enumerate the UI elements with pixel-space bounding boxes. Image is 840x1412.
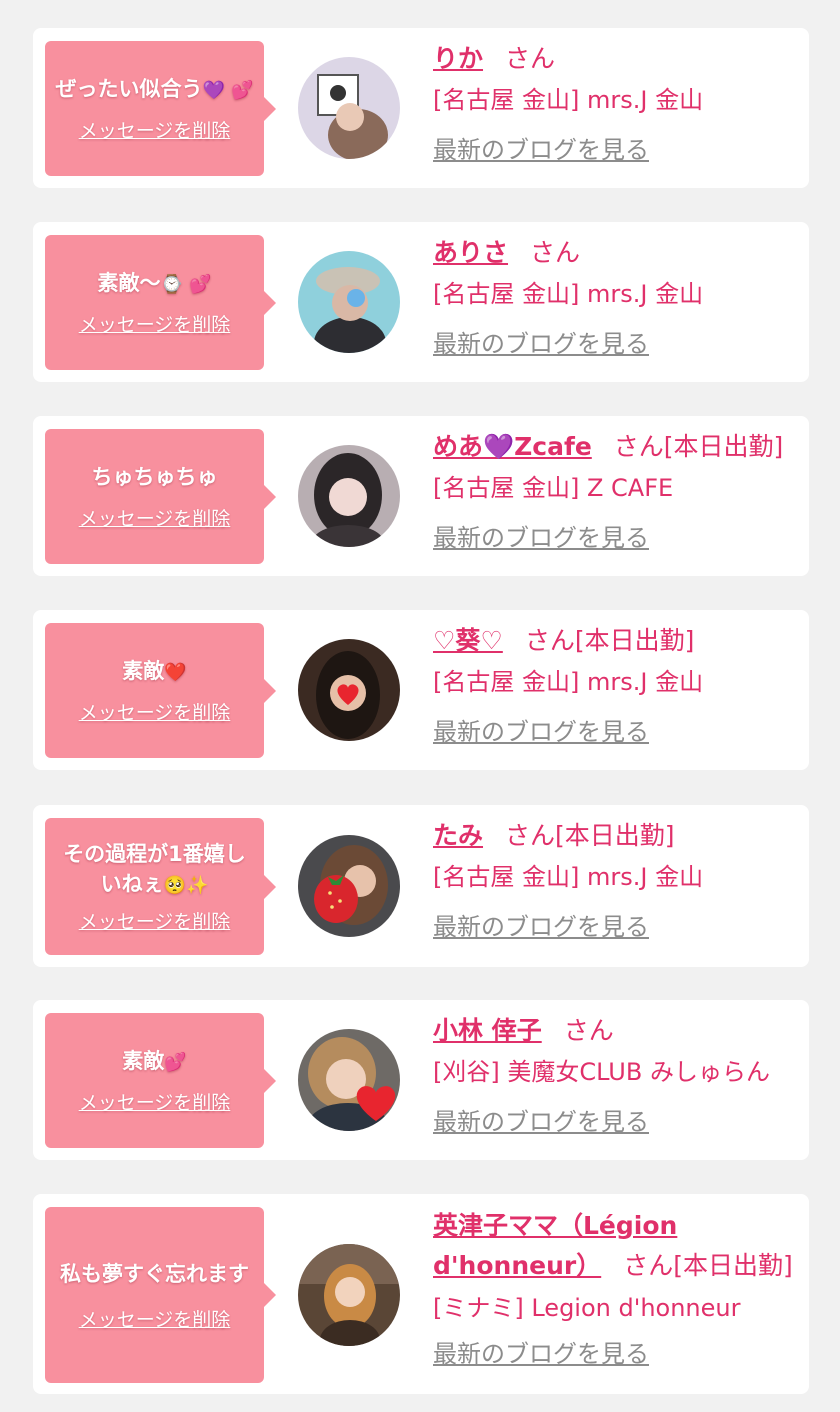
shop-name: [名古屋 金山] mrs.J 金山: [433, 863, 704, 891]
profile-info: たみ さん[本日出勤] [名古屋 金山] mrs.J 金山 最新のブログを見る: [433, 817, 797, 945]
latest-blog-link[interactable]: 最新のブログを見る: [433, 1336, 649, 1372]
emoji: ⌚ 💕: [160, 274, 212, 295]
sender-name-link[interactable]: めあ💜Zcafe: [433, 432, 592, 461]
status-badge: [本日出勤]: [673, 1251, 793, 1280]
emoji: ❤️: [164, 662, 187, 683]
status-badge: [本日出勤]: [663, 432, 784, 461]
delete-message-link[interactable]: メッセージを削除: [79, 310, 231, 337]
shop-name: [刈谷] 美魔女CLUB みしゅらん: [433, 1058, 770, 1086]
sender-name-link[interactable]: ありさ: [433, 238, 508, 267]
honorific: さん: [623, 1251, 674, 1280]
latest-blog-link[interactable]: 最新のブログを見る: [433, 1104, 649, 1140]
status-badge: [本日出勤]: [574, 626, 695, 655]
message-bubble: ぜったい似合う💜 💕 メッセージを削除: [45, 41, 276, 176]
profile-info: ♡葵♡ さん[本日出勤] [名古屋 金山] mrs.J 金山 最新のブログを見る: [433, 622, 797, 750]
shop-name: [名古屋 金山] mrs.J 金山: [433, 668, 704, 696]
sender-name-link[interactable]: ♡葵♡: [433, 626, 503, 655]
profile-info: りか さん [名古屋 金山] mrs.J 金山 最新のブログを見る: [433, 40, 797, 168]
delete-message-link[interactable]: メッセージを削除: [79, 1088, 231, 1115]
shop-name: [名古屋 金山] Z CAFE: [433, 474, 674, 502]
message-card: ちゅちゅちゅ メッセージを削除 めあ💜Zcafe さん[本日出勤] [名古屋 金山…: [33, 416, 809, 576]
message-bubble: 私も夢すぐ忘れます メッセージを削除: [45, 1207, 276, 1383]
avatar[interactable]: [298, 835, 400, 937]
avatar[interactable]: [298, 57, 400, 159]
message-text: 素敵〜⌚ 💕: [97, 271, 212, 295]
honorific: さん: [505, 821, 556, 850]
shop-name: [名古屋 金山] mrs.J 金山: [433, 280, 704, 308]
honorific: さん: [563, 1016, 614, 1045]
delete-message-link[interactable]: メッセージを削除: [79, 907, 231, 934]
message-bubble: 素敵❤️ メッセージを削除: [45, 623, 276, 758]
delete-message-link[interactable]: メッセージを削除: [79, 116, 231, 143]
shop-name: [ミナミ] Legion d'honneur: [433, 1294, 741, 1322]
honorific: さん: [613, 432, 664, 461]
message-card: 私も夢すぐ忘れます メッセージを削除 英津子ママ（Légion d'honneu…: [33, 1194, 809, 1394]
status-badge: [本日出勤]: [555, 821, 675, 850]
message-card: 素敵💕 メッセージを削除 小林 倖子 さん [刈谷] 美魔女CLUB みしゅらん …: [33, 1000, 809, 1160]
avatar[interactable]: [298, 445, 400, 547]
message-text: 私も夢すぐ忘れます: [60, 1261, 249, 1286]
message-text: ぜったい似合う💜 💕: [55, 77, 254, 101]
message-bubble: その過程が1番嬉しいねぇ🥺✨ メッセージを削除: [45, 818, 276, 955]
sender-name-link[interactable]: たみ: [433, 821, 483, 850]
message-card: 素敵〜⌚ 💕 メッセージを削除 ありさ さん [名古屋 金山] mrs.J 金山 …: [33, 222, 809, 382]
latest-blog-link[interactable]: 最新のブログを見る: [433, 132, 649, 168]
message-text: その過程が1番嬉しいねぇ🥺✨: [63, 842, 246, 896]
message-card: ぜったい似合う💜 💕 メッセージを削除 りか さん [名古屋 金山] mrs.J …: [33, 28, 809, 188]
latest-blog-link[interactable]: 最新のブログを見る: [433, 714, 649, 750]
avatar[interactable]: [298, 1029, 400, 1131]
avatar[interactable]: [298, 1244, 400, 1346]
avatar[interactable]: [298, 251, 400, 353]
sender-name-link[interactable]: りか: [433, 44, 483, 73]
profile-info: 小林 倖子 さん [刈谷] 美魔女CLUB みしゅらん 最新のブログを見る: [433, 1012, 797, 1140]
emoji: 🥺✨: [163, 875, 209, 896]
message-text: ちゅちゅちゅ: [91, 465, 218, 489]
delete-message-link[interactable]: メッセージを削除: [79, 698, 231, 725]
delete-message-link[interactable]: メッセージを削除: [79, 1305, 231, 1332]
profile-info: めあ💜Zcafe さん[本日出勤] [名古屋 金山] Z CAFE 最新のブログを…: [433, 428, 797, 556]
latest-blog-link[interactable]: 最新のブログを見る: [433, 909, 649, 945]
emoji: 💜 💕: [202, 80, 254, 101]
message-bubble: ちゅちゅちゅ メッセージを削除: [45, 429, 276, 564]
message-text: 素敵💕: [122, 1049, 187, 1073]
shop-name: [名古屋 金山] mrs.J 金山: [433, 86, 704, 114]
profile-info: ありさ さん [名古屋 金山] mrs.J 金山 最新のブログを見る: [433, 234, 797, 362]
sender-name-link[interactable]: 小林 倖子: [433, 1016, 542, 1045]
message-bubble: 素敵〜⌚ 💕 メッセージを削除: [45, 235, 276, 370]
message-card: 素敵❤️ メッセージを削除 ♡葵♡ さん[本日出勤] [名古屋 金山] mrs.J…: [33, 610, 809, 770]
latest-blog-link[interactable]: 最新のブログを見る: [433, 326, 649, 362]
honorific: さん: [530, 238, 581, 267]
avatar[interactable]: [298, 639, 400, 741]
honorific: さん: [524, 626, 575, 655]
emoji: 💕: [164, 1052, 187, 1073]
message-text: 素敵❤️: [122, 659, 187, 683]
honorific: さん: [505, 44, 556, 73]
latest-blog-link[interactable]: 最新のブログを見る: [433, 520, 649, 556]
profile-info: 英津子ママ（Légion d'honneur） さん[本日出勤] [ミナミ] Le…: [433, 1206, 797, 1372]
message-card: その過程が1番嬉しいねぇ🥺✨ メッセージを削除 たみ さん[本日出勤] [名古屋 …: [33, 805, 809, 967]
message-bubble: 素敵💕 メッセージを削除: [45, 1013, 276, 1148]
delete-message-link[interactable]: メッセージを削除: [79, 504, 231, 531]
